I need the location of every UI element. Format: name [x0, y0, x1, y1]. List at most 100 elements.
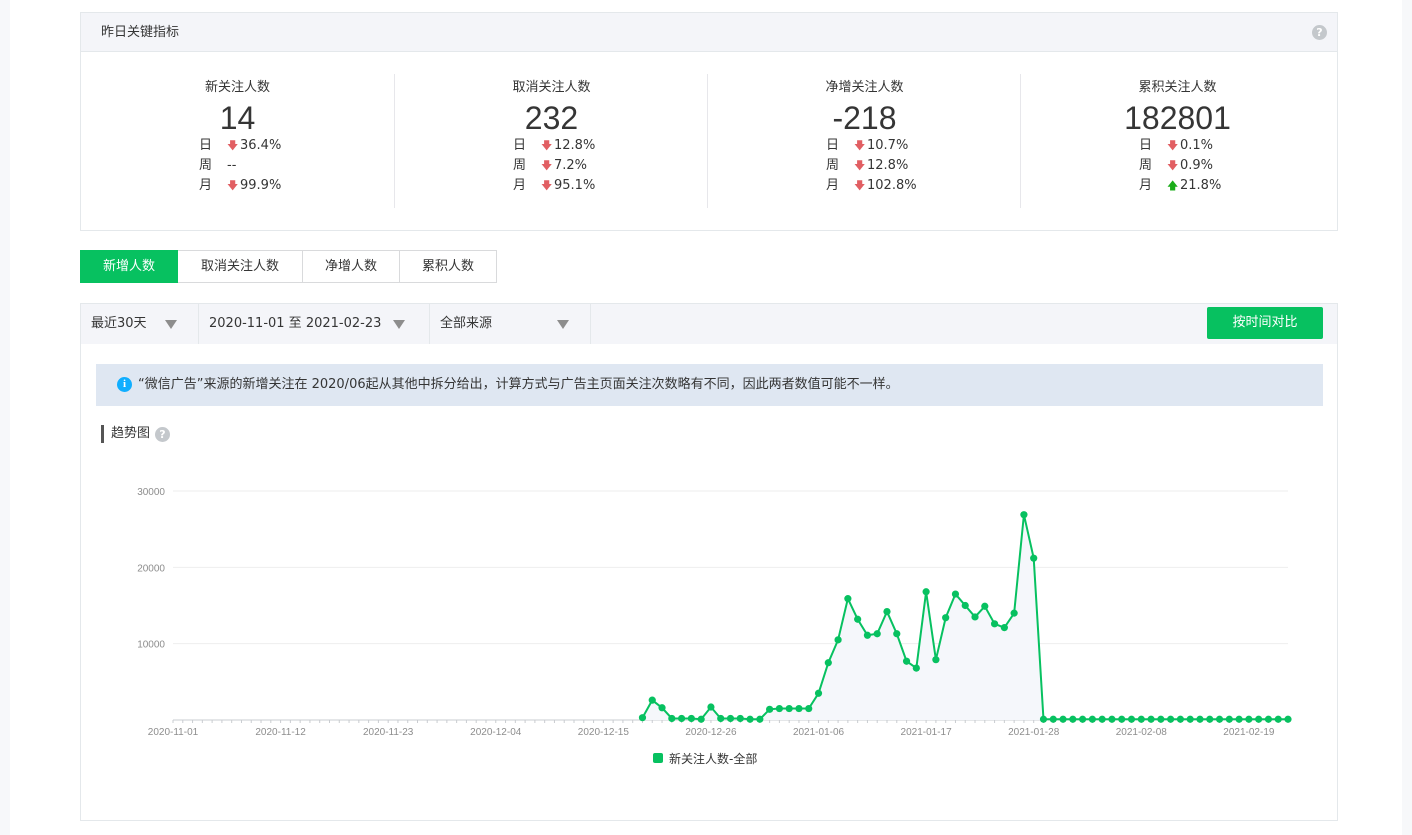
data-point: [736, 714, 744, 723]
tab-cumulative[interactable]: 累积人数: [400, 250, 497, 283]
tab-unfollow[interactable]: 取消关注人数: [178, 250, 303, 283]
data-point: [1088, 715, 1096, 723]
change-value: 0.9%: [1180, 158, 1214, 173]
data-point: [1030, 554, 1038, 562]
metric-week-change: 周 🡇 0.9%: [1139, 156, 1213, 176]
metric-value: 232: [524, 100, 579, 136]
x-tick-label: 2020-11-12: [255, 727, 306, 738]
key-metrics-row: 新关注人数 14 日 🡇 36.4% 周 -- 月 🡇 99.9% 取消关注人数 232 …: [81, 52, 1337, 230]
question-circle-icon[interactable]: ?: [1312, 25, 1327, 40]
data-point: [1108, 715, 1116, 723]
data-point: [677, 714, 686, 723]
data-point: [1039, 715, 1048, 723]
data-point: [1167, 715, 1175, 723]
trend-panel: 最近30天 2020-11-01 至 2021-02-23 全部来源 按时间对比…: [80, 303, 1338, 821]
data-point: [766, 705, 774, 713]
range-select-value: 最近30天: [91, 316, 147, 331]
arrow-down-icon: 🡇: [854, 159, 866, 172]
page-gutter-left: [0, 0, 10, 835]
data-point: [863, 631, 872, 639]
data-point: [1264, 715, 1273, 723]
change-label: 日: [199, 138, 213, 153]
metric-tabs: 新增人数 取消关注人数 净增人数 累积人数: [80, 250, 497, 283]
change-label: 周: [513, 158, 527, 173]
data-point: [1137, 715, 1145, 723]
trend-chart: 10000 20000 30000 2020-11-01 2020-11-12 2020-…: [137, 487, 1292, 766]
source-select-value: 全部来源: [440, 316, 493, 331]
metric-value: 182801: [1124, 100, 1231, 136]
data-point: [697, 715, 705, 723]
metric-month-change: 月 🡇 95.1%: [513, 176, 595, 196]
arrow-down-icon: 🡇: [1167, 139, 1179, 152]
x-tick-label: 2021-01-28: [1008, 727, 1060, 738]
metric-title: 新关注人数: [204, 80, 270, 95]
data-point: [1274, 715, 1282, 723]
arrow-down-icon: 🡇: [541, 179, 553, 192]
y-tick-label: 20000: [137, 563, 165, 574]
data-point: [1284, 715, 1292, 723]
change-label: 日: [826, 138, 840, 153]
data-point: [1215, 715, 1224, 723]
key-metrics-header: 昨日关键指标 ?: [81, 13, 1337, 52]
data-point: [844, 595, 852, 603]
metric-value: -218: [832, 100, 897, 136]
data-point: [1127, 715, 1136, 723]
change-label: 周: [1139, 158, 1153, 173]
change-value: 10.7%: [867, 138, 909, 153]
metric-value: 14: [219, 100, 256, 136]
date-range-picker[interactable]: 2020-11-01 至 2021-02-23: [199, 304, 430, 344]
key-metrics-panel: 昨日关键指标 ? 新关注人数 14 日 🡇 36.4% 周 -- 月 🡇 99.9% 取消…: [80, 12, 1338, 231]
metric-day-change: 日 🡇 12.8%: [513, 136, 595, 156]
caret-down-icon: [393, 320, 405, 329]
data-point: [775, 704, 784, 713]
data-point: [746, 715, 754, 723]
change-value: 95.1%: [554, 178, 596, 193]
metric-week-change: 周 🡇 7.2%: [513, 156, 587, 176]
data-point: [990, 620, 999, 628]
range-select[interactable]: 最近30天: [81, 304, 199, 344]
metric-new-follow: 新关注人数 14 日 🡇 36.4% 周 -- 月 🡇 99.9%: [81, 74, 394, 208]
data-point: [1059, 715, 1067, 723]
x-tick-label: 2021-01-17: [901, 727, 953, 738]
data-point: [873, 630, 881, 638]
metric-day-change: 日 🡇 0.1%: [1139, 136, 1213, 156]
metric-title: 净增关注人数: [825, 80, 904, 95]
x-tick-label: 2020-12-15: [578, 727, 630, 738]
data-point: [893, 630, 901, 638]
change-value: 102.8%: [867, 178, 917, 193]
change-value: 36.4%: [240, 138, 282, 153]
page-gutter-right: [1402, 0, 1412, 835]
data-point: [1176, 715, 1185, 723]
data-point: [1235, 715, 1243, 723]
data-point: [658, 704, 666, 712]
data-point: [1069, 715, 1077, 723]
arrow-down-icon: 🡇: [854, 179, 866, 192]
metric-title: 累积关注人数: [1138, 80, 1217, 95]
data-point: [883, 608, 891, 616]
data-point: [707, 703, 715, 711]
tab-net-growth[interactable]: 净增人数: [303, 250, 400, 283]
data-point: [1206, 715, 1214, 723]
data-point: [981, 602, 989, 610]
data-point: [971, 613, 979, 621]
metric-week-change: 周 --: [199, 156, 236, 176]
tab-new-users[interactable]: 新增人数: [80, 250, 178, 283]
source-select[interactable]: 全部来源: [430, 304, 591, 344]
metric-unfollow: 取消关注人数 232 日 🡇 12.8% 周 🡇 7.2% 月 🡇 95.1%: [394, 74, 707, 208]
change-label: 月: [513, 178, 527, 193]
data-point: [668, 714, 676, 723]
arrow-down-icon: 🡇: [541, 159, 553, 172]
data-point: [638, 714, 647, 722]
data-point: [1079, 715, 1087, 723]
data-point: [805, 704, 813, 713]
data-point: [1186, 715, 1194, 723]
compare-by-time-button[interactable]: 按时间对比: [1207, 307, 1323, 339]
data-point: [1000, 624, 1008, 632]
arrow-down-icon: 🡇: [541, 139, 553, 152]
change-value: 12.8%: [554, 138, 596, 153]
metric-net-follow: 净增关注人数 -218 日 🡇 10.7% 周 🡇 12.8% 月 🡇 102.8%: [707, 74, 1020, 208]
data-point: [902, 657, 911, 665]
data-point: [922, 588, 930, 596]
arrow-down-icon: 🡇: [854, 139, 866, 152]
change-label: 日: [513, 138, 527, 153]
